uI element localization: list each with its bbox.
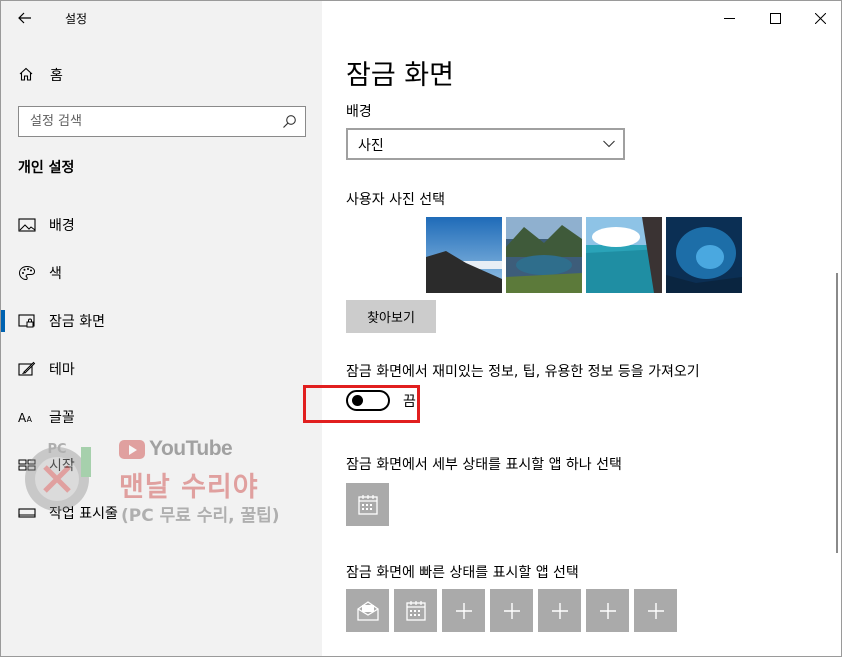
sidebar: 설정 홈 개인 설정 배경 색 잠금 화면 테마 AA xyxy=(1,1,322,656)
scrollbar-thumb[interactable] xyxy=(836,273,838,553)
sidebar-item-home[interactable]: 홈 xyxy=(1,57,322,91)
close-button[interactable] xyxy=(797,1,841,35)
lake-photo-image xyxy=(506,217,582,293)
detailed-status-label: 잠금 화면에서 세부 상태를 표시할 앱 하나 선택 xyxy=(346,457,622,473)
sidebar-item-label: 배경 xyxy=(49,218,75,234)
lock-screen-icon xyxy=(18,314,35,328)
sidebar-item-label: 색 xyxy=(49,266,62,282)
quick-status-add-app-tile[interactable] xyxy=(538,589,581,632)
mail-icon xyxy=(356,600,379,621)
minimize-icon xyxy=(723,17,735,19)
mountain-photo-image xyxy=(426,217,502,293)
choose-photo-label: 사용자 사진 선택 xyxy=(346,192,446,208)
back-arrow-icon xyxy=(18,12,31,24)
theme-brush-icon xyxy=(18,361,36,376)
photo-thumbnail-sea[interactable] xyxy=(586,217,662,293)
settings-window: 설정 홈 개인 설정 배경 색 잠금 화면 테마 AA xyxy=(0,0,842,657)
sidebar-item-lock-screen[interactable]: 잠금 화면 xyxy=(1,301,322,341)
background-label: 배경 xyxy=(346,104,372,120)
close-icon xyxy=(814,12,826,24)
quick-status-app-tile-calendar[interactable] xyxy=(394,589,437,632)
browse-button[interactable]: 찾아보기 xyxy=(346,300,436,333)
maximize-button[interactable] xyxy=(752,1,798,35)
font-icon: AA xyxy=(18,411,33,425)
quick-status-add-app-tile[interactable] xyxy=(634,589,677,632)
section-header: 개인 설정 xyxy=(18,160,75,176)
detailed-status-app-tile[interactable] xyxy=(346,483,389,526)
sidebar-item-background[interactable]: 배경 xyxy=(1,205,322,245)
sidebar-item-label: 시작 xyxy=(49,458,75,474)
calendar-icon xyxy=(405,600,426,621)
svg-text:A: A xyxy=(27,415,33,424)
plus-icon xyxy=(455,602,472,619)
minimize-button[interactable] xyxy=(706,1,752,35)
search-input[interactable] xyxy=(19,107,279,136)
search-box xyxy=(18,106,306,137)
background-dropdown-value: 사진 xyxy=(358,138,384,154)
fun-facts-toggle-state: 끔 xyxy=(403,394,416,410)
main-content: 잠금 화면 배경 사진 사용자 사진 선택 찾아보기 잠금 화면에서 재미있는 … xyxy=(303,1,841,656)
sidebar-item-label: 작업 표시줄 xyxy=(49,506,118,522)
titlebar: 설정 xyxy=(1,1,322,35)
ice-cave-photo-image xyxy=(666,217,742,293)
fun-facts-label: 잠금 화면에서 재미있는 정보, 팁, 유용한 정보 등을 가져오기 xyxy=(346,364,700,380)
sea-photo-image xyxy=(586,217,662,293)
sidebar-item-color[interactable]: 색 xyxy=(1,253,322,293)
toggle-knob xyxy=(352,395,363,406)
plus-icon xyxy=(503,602,520,619)
quick-status-add-app-tile[interactable] xyxy=(442,589,485,632)
background-dropdown[interactable]: 사진 xyxy=(346,128,625,160)
app-title: 설정 xyxy=(65,12,88,26)
maximize-icon xyxy=(769,12,781,24)
photo-thumbnail-lake[interactable] xyxy=(506,217,582,293)
calendar-icon xyxy=(357,494,378,515)
home-icon xyxy=(19,67,33,81)
plus-icon xyxy=(551,602,568,619)
quick-status-app-tile-mail[interactable] xyxy=(346,589,389,632)
palette-icon xyxy=(18,265,36,281)
sidebar-item-theme[interactable]: 테마 xyxy=(1,349,322,389)
photo-thumbnail-mountain[interactable] xyxy=(426,217,502,293)
fun-facts-toggle[interactable] xyxy=(346,390,390,411)
start-grid-icon xyxy=(18,459,36,471)
page-title: 잠금 화면 xyxy=(346,60,454,91)
picture-icon xyxy=(18,218,36,232)
sidebar-item-label: 테마 xyxy=(49,362,75,378)
quick-status-label: 잠금 화면에 빠른 상태를 표시할 앱 선택 xyxy=(346,565,579,581)
photo-thumbnail-ice-cave[interactable] xyxy=(666,217,742,293)
back-button[interactable] xyxy=(11,5,39,31)
sidebar-item-taskbar[interactable]: 작업 표시줄 xyxy=(1,493,322,533)
plus-icon xyxy=(647,602,664,619)
quick-status-add-app-tile[interactable] xyxy=(586,589,629,632)
taskbar-icon xyxy=(18,508,36,518)
chevron-down-icon xyxy=(603,140,615,148)
quick-status-add-app-tile[interactable] xyxy=(490,589,533,632)
plus-icon xyxy=(599,602,616,619)
sidebar-item-start[interactable]: 시작 xyxy=(1,445,322,485)
search-icon[interactable] xyxy=(282,114,297,129)
sidebar-item-label: 글꼴 xyxy=(49,410,75,426)
sidebar-item-label: 잠금 화면 xyxy=(49,314,105,330)
sidebar-item-fonts[interactable]: AA 글꼴 xyxy=(1,397,322,437)
sidebar-item-label: 홈 xyxy=(50,68,63,84)
vertical-scrollbar[interactable] xyxy=(831,35,841,656)
